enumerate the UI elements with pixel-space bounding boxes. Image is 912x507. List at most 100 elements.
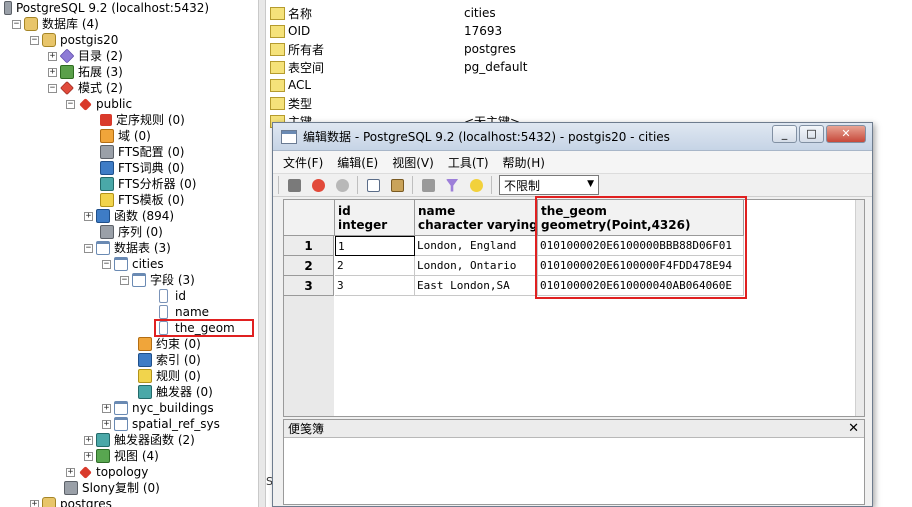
menu-help[interactable]: 帮助(H)	[503, 154, 545, 171]
menu-tools[interactable]: 工具(T)	[448, 154, 489, 171]
data-grid[interactable]: id integer name character varying(5 the_…	[283, 196, 865, 417]
trigger-icon	[138, 385, 152, 399]
tables-icon	[96, 241, 110, 255]
expand-icon[interactable]: +	[48, 51, 57, 61]
tree-triggers-node[interactable]: 触发器 (0)	[138, 384, 213, 400]
tree-functions-node[interactable]: + 函数 (894)	[84, 208, 174, 224]
save-button[interactable]	[284, 176, 304, 194]
property-row[interactable]: 所有者 postgres	[270, 40, 516, 58]
property-name: ACL	[288, 78, 312, 92]
tree-schema-topology-node[interactable]: + topology	[66, 464, 148, 480]
tree-fts-template-node[interactable]: FTS模板 (0)	[100, 192, 184, 208]
table-cell[interactable]: 1	[335, 236, 415, 256]
menu-file[interactable]: 文件(F)	[283, 154, 323, 171]
tree-slony-node[interactable]: Slony复制 (0)	[64, 480, 160, 496]
collapse-icon[interactable]: −	[30, 35, 39, 45]
collapse-icon[interactable]: −	[102, 259, 111, 269]
undo-button[interactable]	[332, 176, 352, 194]
expand-icon[interactable]: +	[66, 467, 75, 477]
copy-button[interactable]	[363, 176, 383, 194]
tree-db-postgres-node[interactable]: + postgres	[30, 496, 112, 507]
tree-server-node[interactable]: PostgreSQL 9.2 (localhost:5432)	[4, 0, 209, 16]
filter-button[interactable]	[442, 176, 462, 194]
tree-db-postgis20-node[interactable]: − postgis20	[30, 32, 118, 48]
expand-icon[interactable]: +	[102, 419, 111, 429]
tree-label: 规则 (0)	[156, 369, 201, 383]
property-row[interactable]: OID 17693	[270, 22, 502, 40]
tree-table-srs-node[interactable]: + spatial_ref_sys	[102, 416, 220, 432]
tree-rules-node[interactable]: 规则 (0)	[138, 368, 201, 384]
tree-label: nyc_buildings	[132, 401, 214, 415]
column-header-name[interactable]: name character varying(5	[415, 200, 538, 236]
tree-fts-config-node[interactable]: FTS配置 (0)	[100, 144, 184, 160]
tree-column-id-node[interactable]: id	[156, 288, 186, 304]
property-row[interactable]: 类型	[270, 94, 464, 112]
tree-columns-node[interactable]: − 字段 (3)	[120, 272, 195, 288]
databases-icon	[24, 17, 38, 31]
window-titlebar[interactable]: 编辑数据 - PostgreSQL 9.2 (localhost:5432) -…	[273, 123, 872, 151]
collapse-icon[interactable]: −	[48, 83, 57, 93]
table-cell[interactable]: London, Ontario	[415, 256, 538, 276]
table-cell[interactable]: 2	[335, 256, 415, 276]
vertical-scrollbar[interactable]	[855, 200, 864, 416]
expand-icon[interactable]: +	[84, 211, 93, 221]
table-cell[interactable]: London, England	[415, 236, 538, 256]
scratch-pad-panel[interactable]: 便笺簿 ✕	[283, 419, 865, 505]
property-row[interactable]: 表空间 pg_default	[270, 58, 527, 76]
rule-icon	[138, 369, 152, 383]
collapse-icon[interactable]: −	[120, 275, 129, 285]
tree-views-node[interactable]: + 视图 (4)	[84, 448, 159, 464]
object-browser-tree[interactable]: PostgreSQL 9.2 (localhost:5432) − 数据库 (4…	[0, 0, 258, 507]
collapse-icon[interactable]: −	[66, 99, 75, 109]
tree-domains-node[interactable]: 域 (0)	[100, 128, 151, 144]
expand-icon[interactable]: +	[84, 451, 93, 461]
menu-edit[interactable]: 编辑(E)	[337, 154, 378, 171]
row-limit-select[interactable]: 不限制 ▼	[499, 175, 599, 195]
expand-icon[interactable]: +	[30, 499, 39, 507]
tree-trigger-functions-node[interactable]: + 触发器函数 (2)	[84, 432, 195, 448]
minimize-button[interactable]: _	[772, 125, 797, 143]
tree-extensions-node[interactable]: + 拓展 (3)	[48, 64, 123, 80]
tree-table-nyc-node[interactable]: + nyc_buildings	[102, 400, 214, 416]
tree-fts-dict-node[interactable]: FTS词典 (0)	[100, 160, 184, 176]
delete-button[interactable]	[418, 176, 438, 194]
tree-tables-node[interactable]: − 数据表 (3)	[84, 240, 171, 256]
tree-label: 字段 (3)	[150, 273, 195, 287]
scratch-pad-close-button[interactable]: ✕	[848, 420, 859, 438]
edit-data-window: 编辑数据 - PostgreSQL 9.2 (localhost:5432) -…	[272, 122, 873, 507]
column-header-id[interactable]: id integer	[335, 200, 415, 236]
columns-icon	[132, 273, 146, 287]
tree-collations-node[interactable]: 定序规则 (0)	[100, 112, 185, 128]
row-header[interactable]: 3	[284, 276, 334, 296]
collapse-icon[interactable]: −	[84, 243, 93, 253]
table-cell[interactable]: East London,SA	[415, 276, 538, 296]
table-cell[interactable]: 3	[335, 276, 415, 296]
expand-icon[interactable]: +	[48, 67, 57, 77]
pane-splitter[interactable]	[258, 0, 266, 507]
tree-databases-node[interactable]: − 数据库 (4)	[12, 16, 99, 32]
maximize-button[interactable]: □	[799, 125, 824, 143]
tree-schema-public-node[interactable]: − public	[66, 96, 132, 112]
close-button[interactable]: ✕	[826, 125, 866, 143]
property-row[interactable]: ACL	[270, 76, 464, 94]
tree-table-cities-node[interactable]: − cities	[102, 256, 164, 272]
grid-corner[interactable]	[284, 200, 335, 236]
expand-icon[interactable]: +	[102, 403, 111, 413]
expand-icon[interactable]: +	[84, 435, 93, 445]
collapse-icon[interactable]: −	[12, 19, 21, 29]
tree-column-name-node[interactable]: name	[156, 304, 209, 320]
property-row[interactable]: 名称 cities	[270, 4, 496, 22]
row-header[interactable]: 2	[284, 256, 334, 276]
menu-view[interactable]: 视图(V)	[392, 154, 434, 171]
row-header[interactable]: 1	[284, 236, 334, 256]
tree-sequences-node[interactable]: 序列 (0)	[100, 224, 163, 240]
tree-constraints-node[interactable]: 约束 (0)	[138, 336, 201, 352]
help-button[interactable]	[466, 176, 486, 194]
refresh-button[interactable]	[308, 176, 328, 194]
tree-catalogs-node[interactable]: + 目录 (2)	[48, 48, 123, 64]
paste-button[interactable]	[387, 176, 407, 194]
column-type: character varying(5	[418, 218, 538, 232]
tree-fts-parser-node[interactable]: FTS分析器 (0)	[100, 176, 196, 192]
tree-schemas-node[interactable]: − 模式 (2)	[48, 80, 123, 96]
tree-indexes-node[interactable]: 索引 (0)	[138, 352, 201, 368]
